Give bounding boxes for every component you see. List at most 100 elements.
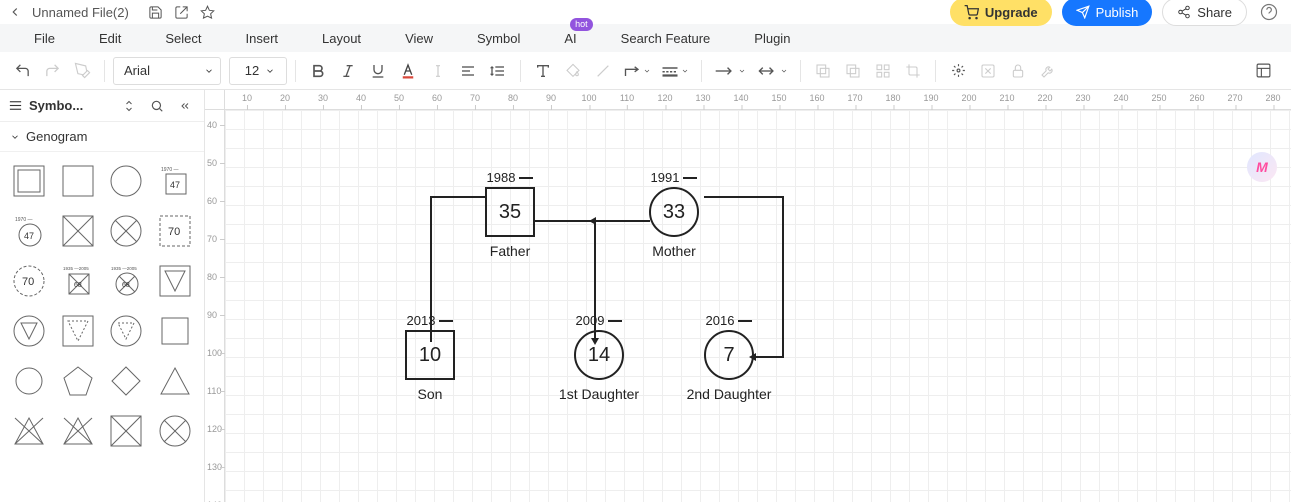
canvas[interactable]: 1988 35 Father 1991 33 Mother 2013 10 So…: [225, 110, 1291, 502]
shape-circle-triangle-down[interactable]: [10, 312, 48, 350]
lock-button[interactable]: [1004, 57, 1032, 85]
redo-button[interactable]: [38, 57, 66, 85]
save-icon[interactable]: [143, 1, 169, 23]
text-tool-button[interactable]: [529, 57, 557, 85]
shape-double-square[interactable]: [10, 162, 48, 200]
expand-icon[interactable]: [118, 95, 140, 117]
page-layout-button[interactable]: [1249, 57, 1277, 85]
text-vertical-button[interactable]: [424, 57, 452, 85]
send-back-button[interactable]: [839, 57, 867, 85]
bold-button[interactable]: [304, 57, 332, 85]
font-family-select[interactable]: Arial: [113, 57, 221, 85]
shape-dashed-triangle-square[interactable]: [59, 312, 97, 350]
shape-triangle-x[interactable]: [10, 412, 48, 450]
arrow-end-button[interactable]: [710, 57, 750, 85]
shape-square-only[interactable]: [156, 312, 194, 350]
menu-search-feature[interactable]: Search Feature: [599, 24, 733, 52]
underline-button[interactable]: [364, 57, 392, 85]
shape-circle-only[interactable]: [10, 362, 48, 400]
menu-ai[interactable]: AI hot: [542, 24, 598, 52]
node-mother-age: 33: [663, 201, 685, 224]
shape-square-x[interactable]: [59, 212, 97, 250]
node-d2[interactable]: 2016 7 2nd Daughter: [684, 313, 774, 402]
export-icon[interactable]: [169, 1, 195, 23]
shape-circle[interactable]: [107, 162, 145, 200]
line-style-button[interactable]: [657, 57, 693, 85]
publish-button[interactable]: Publish: [1062, 0, 1153, 26]
menu-ai-label: AI: [564, 31, 576, 46]
svg-text:1970 —: 1970 —: [15, 217, 33, 223]
star-icon[interactable]: [195, 1, 221, 23]
shape-dashed-square-70[interactable]: 70: [156, 212, 194, 250]
shape-circle-x2[interactable]: [156, 412, 194, 450]
upgrade-button[interactable]: Upgrade: [950, 0, 1052, 26]
menu-file[interactable]: File: [12, 24, 77, 52]
shape-triangle[interactable]: [156, 362, 194, 400]
node-son-box[interactable]: 10: [405, 330, 455, 380]
shape-triangle-down[interactable]: [156, 262, 194, 300]
node-mother-year: 1991: [651, 170, 680, 185]
shape-deceased-square[interactable]: 1935 —200568: [59, 262, 97, 300]
ruler-origin: [205, 90, 225, 110]
align-button[interactable]: [454, 57, 482, 85]
menubar: File Edit Select Insert Layout View Symb…: [0, 24, 1291, 52]
arrow-both-button[interactable]: [752, 57, 792, 85]
shape-dashed-triangle-circle[interactable]: [107, 312, 145, 350]
beautify-button[interactable]: [944, 57, 972, 85]
fill-color-button[interactable]: [559, 57, 587, 85]
connector-son-h[interactable]: [430, 196, 486, 198]
font-size-select[interactable]: 12: [229, 57, 287, 85]
node-mother-box[interactable]: 33: [649, 187, 699, 237]
shape-square[interactable]: [59, 162, 97, 200]
connector-d2-h[interactable]: [704, 196, 784, 198]
menu-plugin[interactable]: Plugin: [732, 24, 812, 52]
shape-triangle-x2[interactable]: [59, 412, 97, 450]
crop-button[interactable]: [899, 57, 927, 85]
menu-view[interactable]: View: [383, 24, 455, 52]
font-color-button[interactable]: [394, 57, 422, 85]
help-icon[interactable]: [1257, 0, 1281, 24]
send-icon: [1076, 5, 1090, 19]
group-button[interactable]: [869, 57, 897, 85]
node-father[interactable]: 1988 35 Father: [485, 170, 535, 259]
node-mother[interactable]: 1991 33 Mother: [649, 170, 699, 259]
spacing-button[interactable]: [484, 57, 512, 85]
svg-text:47: 47: [24, 231, 34, 241]
connector-d2-v[interactable]: [782, 196, 784, 356]
shape-pentagon[interactable]: [59, 362, 97, 400]
tools-button[interactable]: [1034, 57, 1062, 85]
menu-symbol[interactable]: Symbol: [455, 24, 542, 52]
connector-style-button[interactable]: [619, 57, 655, 85]
shape-diamond[interactable]: [107, 362, 145, 400]
node-son[interactable]: 2013 10 Son: [405, 313, 455, 402]
menu-select[interactable]: Select: [143, 24, 223, 52]
node-d1-box[interactable]: 14: [574, 330, 624, 380]
italic-button[interactable]: [334, 57, 362, 85]
shape-year-square-47[interactable]: 1970 —47: [156, 162, 194, 200]
collapse-icon[interactable]: [174, 95, 196, 117]
shape-year-circle-47[interactable]: 1970 — 47: [10, 212, 48, 250]
node-d1[interactable]: 2009 14 1st Daughter: [558, 313, 640, 402]
menu-layout[interactable]: Layout: [300, 24, 383, 52]
node-father-box[interactable]: 35: [485, 187, 535, 237]
undo-button[interactable]: [8, 57, 36, 85]
share-button[interactable]: Share: [1162, 0, 1247, 26]
node-d2-box[interactable]: 7: [704, 330, 754, 380]
back-button[interactable]: [4, 1, 26, 23]
shape-deceased-circle[interactable]: 1935 —200568: [107, 262, 145, 300]
search-icon[interactable]: [146, 95, 168, 117]
shape-dashed-circle-70[interactable]: 70: [10, 262, 48, 300]
menu-insert[interactable]: Insert: [224, 24, 301, 52]
delete-button[interactable]: [974, 57, 1002, 85]
line-color-button[interactable]: [589, 57, 617, 85]
shape-square-x2[interactable]: [107, 412, 145, 450]
ai-assistant-badge[interactable]: M: [1247, 152, 1277, 182]
category-header-genogram[interactable]: Genogram: [0, 122, 204, 152]
format-painter-button[interactable]: [68, 57, 96, 85]
svg-text:1935 —2005: 1935 —2005: [63, 266, 89, 271]
node-d2-label: 2nd Daughter: [684, 386, 774, 402]
shape-circle-x[interactable]: [107, 212, 145, 250]
symbols-sidebar: Symbo... Genogram 1970 —47 1970 —47 70 7…: [0, 90, 205, 502]
menu-edit[interactable]: Edit: [77, 24, 143, 52]
bring-front-button[interactable]: [809, 57, 837, 85]
